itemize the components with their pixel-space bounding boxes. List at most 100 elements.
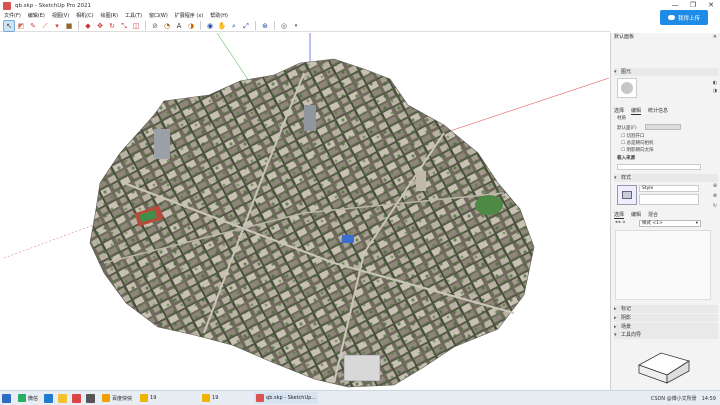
select-icon[interactable]: ↖ — [3, 19, 15, 32]
face-color-field[interactable] — [645, 124, 681, 130]
sketchup-window: qb.skp - SketchUp Pro 2021 — ❐ ✕ 文件(F) 编… — [0, 0, 720, 405]
folder-icon — [202, 394, 211, 402]
menu-view[interactable]: 视图(V) — [52, 12, 69, 19]
taskbar-label: 19 — [150, 395, 157, 401]
refresh-icon[interactable]: ↻ — [712, 203, 718, 209]
warehouse-icon[interactable]: ⊛ — [260, 21, 270, 31]
taskbar-item-folder-2[interactable]: 19 — [200, 392, 250, 404]
taskbar-item-folder-1[interactable]: 19 — [138, 392, 196, 404]
tape-icon[interactable]: ⊘ — [150, 21, 160, 31]
edge-icon[interactable] — [44, 393, 54, 403]
toolbar-separator — [145, 21, 146, 30]
tray-side-button-2[interactable]: ◑ — [712, 88, 718, 94]
model-viewport[interactable] — [4, 33, 609, 390]
entity-info-header[interactable]: ▾ 图元 — [614, 68, 718, 76]
move-icon[interactable]: ✥ — [95, 21, 105, 31]
style-name-field[interactable]: Style — [639, 185, 699, 192]
chrome-icon[interactable] — [72, 393, 82, 403]
menu-camera[interactable]: 相机(C) — [76, 12, 93, 19]
shadows-header[interactable]: ▸ 阴影 — [614, 314, 718, 322]
menu-file[interactable]: 文件(F) — [4, 12, 21, 19]
scenes-header[interactable]: ▸ 场景 — [614, 323, 718, 331]
styles-nav: ◂ ▸ ⌂ — [615, 220, 625, 225]
default-tray: 默认面板 ✕ ▾ 图元 选择 编辑 统计信息 材质 默认面(F) ☐ 切割开口 … — [610, 33, 720, 390]
load-from-field[interactable] — [617, 164, 701, 170]
styles-dropdown-value: 样式 <1> — [642, 221, 663, 226]
tray-side-button-4[interactable]: ⊗ — [712, 193, 718, 199]
back-icon[interactable]: ◂ — [615, 220, 617, 225]
title-bar: qb.skp - SketchUp Pro 2021 — ❐ ✕ — [0, 0, 720, 11]
cut-opening-label: 切割开口 — [626, 134, 645, 139]
pencil-icon[interactable]: ✎ — [28, 21, 38, 31]
tray-side-button-1[interactable]: ◐ — [712, 80, 718, 86]
expand-arrow-icon: ▾ — [614, 175, 617, 181]
section-icon[interactable]: ◑ — [186, 21, 196, 31]
cloud-icon — [667, 15, 675, 20]
scenes-title: 场景 — [621, 324, 632, 330]
instructor-header[interactable]: ▾ 工具向导 — [614, 331, 718, 339]
city-mesh — [89, 58, 535, 388]
menu-tools[interactable]: 工具(T) — [125, 12, 142, 19]
menu-window[interactable]: 窗口(W) — [149, 12, 168, 19]
styles-title: 样式 — [621, 175, 632, 181]
tab-statistics[interactable]: 统计信息 — [648, 107, 668, 115]
taskbar-item-baidu[interactable]: 百度快快 — [100, 392, 134, 404]
scale-icon[interactable]: ⤡ — [119, 21, 129, 31]
forward-icon[interactable]: ▸ — [619, 220, 621, 225]
account-icon[interactable]: ◎ — [279, 21, 289, 31]
eraser-icon[interactable]: ◩ — [16, 21, 26, 31]
protractor-icon[interactable]: ◔ — [162, 21, 172, 31]
orbit-icon[interactable]: ◉ — [205, 21, 215, 31]
shadows-title: 阴影 — [621, 315, 632, 321]
tags-header[interactable]: ▸ 标记 — [614, 305, 718, 313]
styles-dropdown[interactable]: 样式 <1> ▾ — [639, 220, 701, 227]
toolbar-separator — [78, 21, 79, 30]
tray-close-icon[interactable]: ✕ — [713, 33, 717, 42]
style-thumbnail[interactable] — [617, 185, 637, 205]
sketchup-logo-icon — [3, 1, 11, 10]
shadows-sun-checkbox[interactable]: ☐ 阴影朝向太阳 — [621, 147, 653, 153]
chevron-down-icon: ▾ — [695, 221, 698, 226]
tray-header: 默认面板 ✕ — [611, 33, 720, 42]
styles-tabs: 选择 编辑 混合 — [614, 211, 658, 219]
menu-draw[interactable]: 绘图(R) — [101, 12, 118, 19]
start-icon[interactable] — [2, 393, 11, 403]
zoom-icon[interactable]: ⌕ — [229, 21, 239, 31]
line-icon[interactable]: ⟋ — [40, 21, 50, 31]
shape-icon[interactable]: ▾ — [52, 21, 62, 31]
style-description-field[interactable] — [639, 194, 699, 205]
folder-icon[interactable] — [58, 393, 68, 403]
expand-arrow-icon: ▾ — [614, 69, 617, 75]
offset-icon[interactable]: ◫ — [131, 21, 141, 31]
tab-edit[interactable]: 编辑 — [631, 107, 642, 115]
tray-side-button-3[interactable]: ⊕ — [712, 183, 718, 189]
tab-styles-mix[interactable]: 混合 — [648, 211, 658, 219]
upload-label: 我得上传 — [677, 15, 700, 22]
menu-help[interactable]: 帮助(H) — [210, 12, 228, 19]
taskbar-label: 19 — [212, 395, 219, 401]
taskbar-item-wechat[interactable]: 微信 — [16, 392, 40, 404]
styles-list[interactable] — [615, 230, 711, 300]
home-icon[interactable]: ⌂ — [622, 220, 625, 225]
cut-opening-checkbox[interactable]: ☐ 切割开口 — [621, 133, 644, 139]
styles-header[interactable]: ▾ 样式 — [614, 174, 718, 182]
menu-edit[interactable]: 编辑(E) — [28, 12, 45, 19]
text-icon[interactable]: A — [174, 21, 184, 31]
system-tray: CSDN @博小文所景 14:59 — [651, 391, 716, 405]
tab-styles-edit[interactable]: 编辑 — [631, 211, 641, 219]
face-camera-checkbox[interactable]: ☐ 总是朝向相机 — [621, 140, 653, 146]
menu-extensions[interactable]: 扩展程序 (x) — [175, 12, 203, 19]
pushpull-icon[interactable]: ◆ — [83, 21, 93, 31]
zoom-extents-icon[interactable]: ⤢ — [241, 21, 251, 31]
upload-button[interactable]: 我得上传 — [660, 10, 708, 25]
taskbar-label: qb.skp - SketchUp... — [266, 395, 317, 401]
paint-icon[interactable]: ■ — [64, 21, 74, 31]
tab-styles-select[interactable]: 选择 — [614, 211, 625, 219]
app-icon[interactable] — [86, 393, 96, 403]
collapsed-arrow-icon: ▸ — [614, 324, 617, 330]
taskbar-item-sketchup[interactable]: qb.skp - SketchUp... — [254, 392, 319, 404]
pan-icon[interactable]: ✋ — [217, 21, 227, 31]
chevron-down-icon[interactable]: ▾ — [291, 21, 301, 31]
rotate-icon[interactable]: ↻ — [107, 21, 117, 31]
tab-select[interactable]: 选择 — [614, 107, 624, 115]
